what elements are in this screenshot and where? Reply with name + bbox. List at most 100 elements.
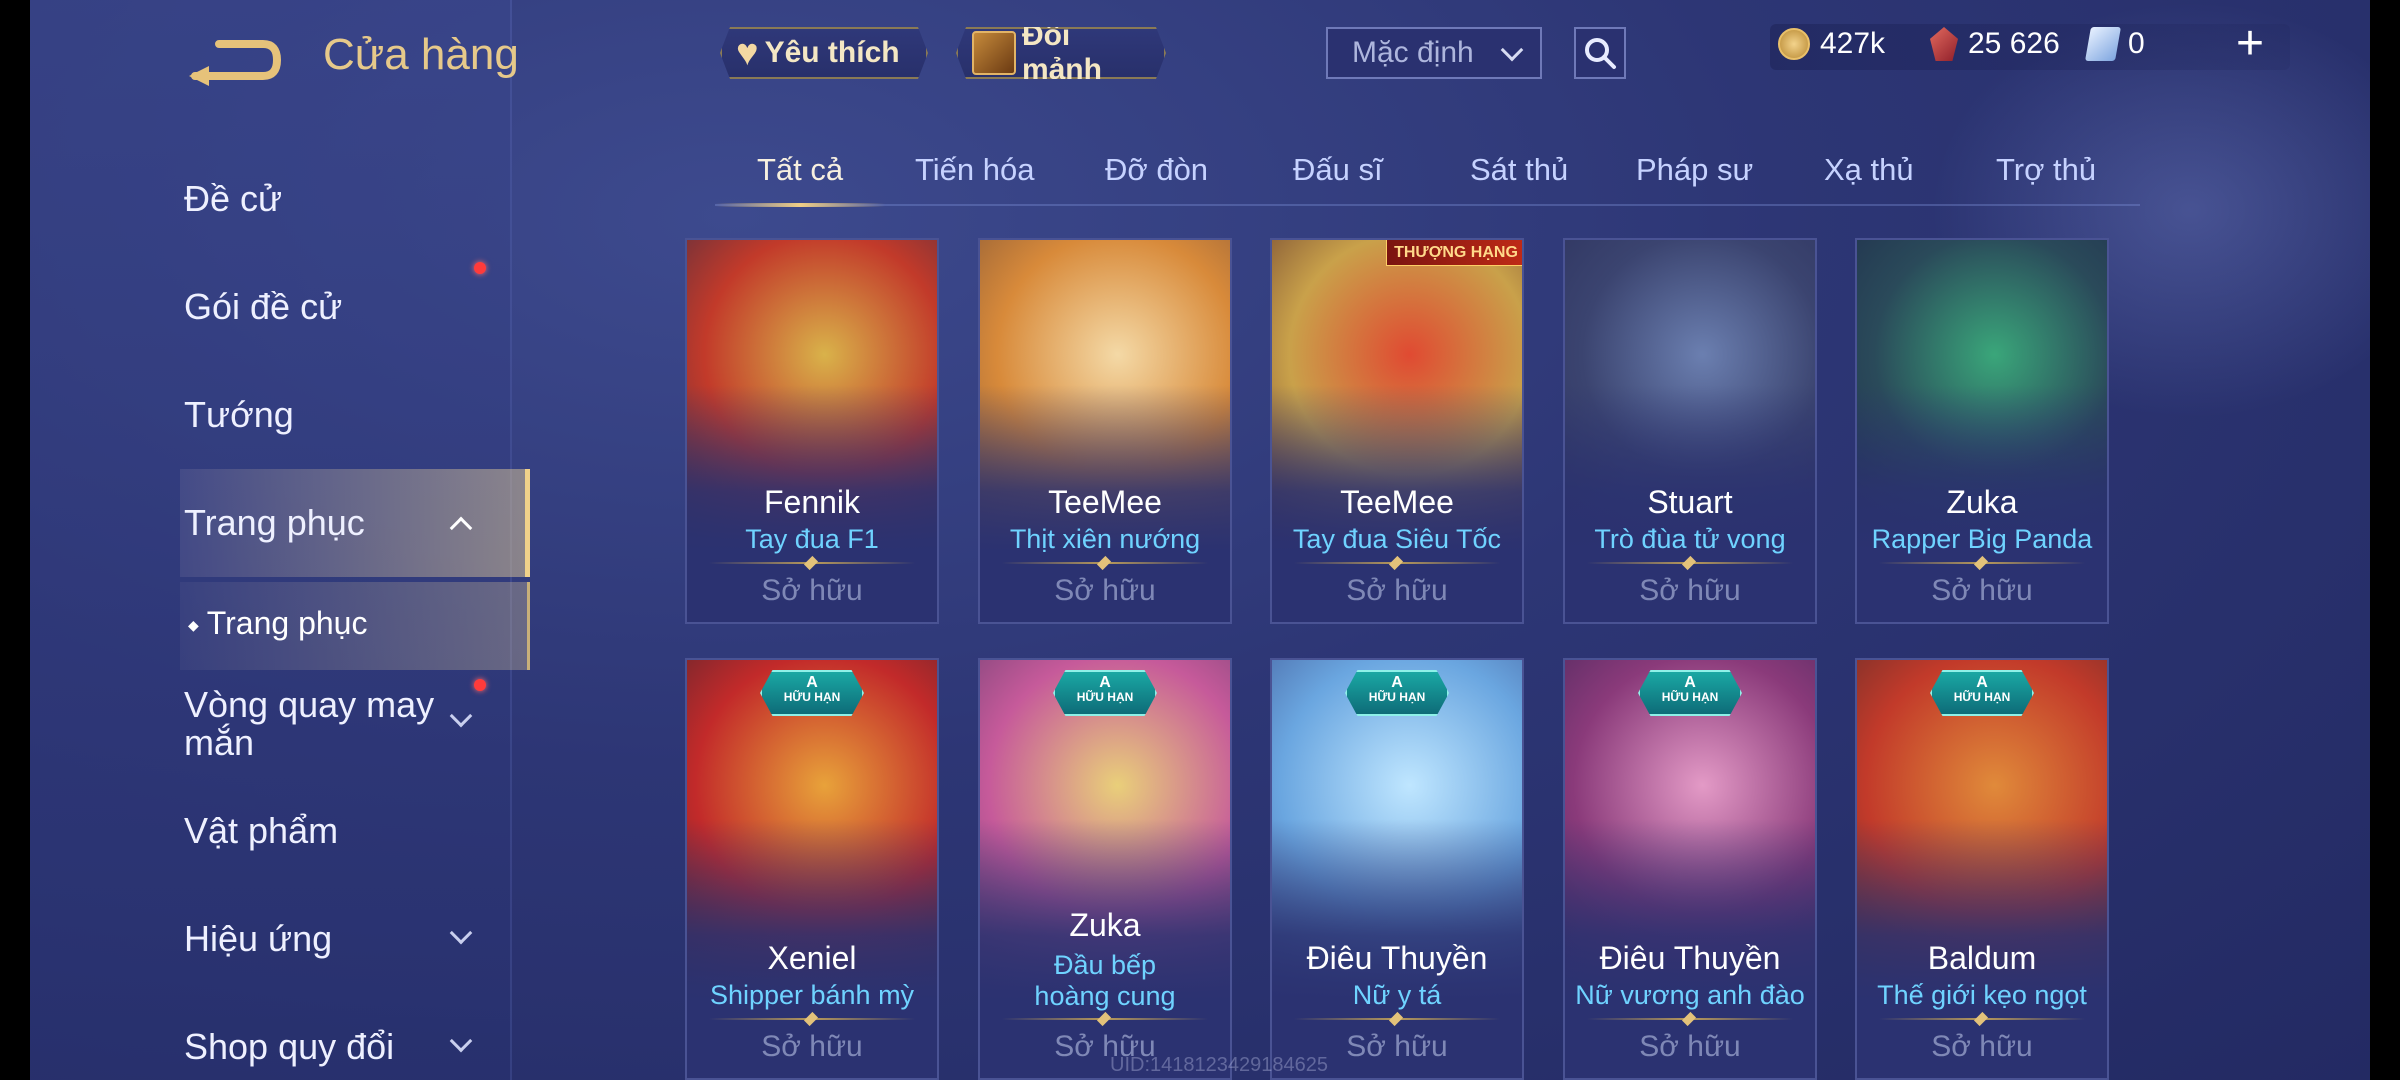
sidebar-item-recommended-packs[interactable]: Gói đề cử: [184, 288, 504, 326]
shard-exchange-label: Đổi mảnh: [1021, 19, 1102, 86]
tier-text: HỮU HẠN: [783, 690, 841, 704]
hero-name: Zuka: [1946, 484, 2018, 520]
card-divider: [1587, 1018, 1793, 1020]
sort-value: Mặc định: [1352, 36, 1474, 69]
ticket-icon: [2085, 27, 2121, 61]
add-currency-button[interactable]: +: [2226, 20, 2274, 70]
owned-status: Sở hữu: [1639, 1030, 1741, 1063]
hero-name: TeeMee: [1340, 484, 1454, 520]
skin-card[interactable]: A HỮU HẠN Điêu Thuyền Nữ vương anh đào Sở hữ…: [1563, 658, 1817, 1080]
skin-card[interactable]: Fennik Tay đua F1 Sở hữu: [685, 238, 939, 624]
skin-name: Nữ vương anh đào: [1575, 980, 1805, 1010]
tier-grade: A: [806, 674, 818, 691]
sidebar-item-label: Đề cử: [184, 178, 283, 219]
sidebar-item-recommended[interactable]: Đề cử: [184, 180, 504, 218]
skin-card[interactable]: A HỮU HẠN Điêu Thuyền Nữ y tá Sở hữu: [1270, 658, 1524, 1080]
limited-tier-badge: A HỮU HẠN: [760, 670, 864, 716]
sidebar-item-label: Hiệu ứng: [184, 918, 333, 959]
hero-name: Điêu Thuyền: [1599, 940, 1781, 976]
skin-card[interactable]: Stuart Trò đùa tử vong Sở hữu: [1563, 238, 1817, 624]
tab-fighter[interactable]: Đấu sĩ: [1293, 152, 1383, 188]
notification-dot: [474, 679, 486, 691]
heart-icon: ♥: [736, 32, 759, 74]
owned-status: Sở hữu: [1346, 574, 1448, 607]
skin-name: Nữ y tá: [1352, 980, 1442, 1010]
skin-name: Tay đua Siêu Tốc: [1292, 524, 1502, 554]
tab-assassin[interactable]: Sát thủ: [1470, 152, 1568, 188]
plus-icon: +: [2235, 17, 2265, 70]
tab-label: Tiến hóa: [915, 152, 1035, 187]
rank-badge: THƯỢNG HẠNG: [1386, 240, 1522, 266]
tab-support[interactable]: Trợ thủ: [1996, 152, 2096, 188]
favorites-label: Yêu thích: [764, 36, 900, 69]
tab-label: Tất cả: [757, 152, 844, 187]
skin-name: Shipper bánh mỳ: [709, 980, 915, 1010]
tab-label: Sát thủ: [1470, 152, 1569, 187]
category-tabs: Tất cả Tiến hóa Đỡ đòn Đấu sĩ Sát thủ Ph…: [715, 140, 2140, 207]
limited-tier-badge: A HỮU HẠN: [1345, 670, 1449, 716]
hero-name: Điêu Thuyền: [1306, 940, 1488, 976]
notification-dot: [474, 262, 486, 274]
favorites-button[interactable]: ♥ Yêu thích: [720, 27, 928, 79]
tab-mage[interactable]: Pháp sư: [1636, 152, 1753, 188]
skin-card[interactable]: THƯỢNG HẠNG TeeMee Tay đua Siêu Tốc Sở hữu: [1270, 238, 1524, 624]
owned-status: Sở hữu: [761, 1030, 863, 1063]
card-divider: [709, 1018, 915, 1020]
sidebar-item-heroes[interactable]: Tướng: [184, 396, 504, 434]
shard-chest-icon: [972, 31, 1016, 75]
search-button[interactable]: [1574, 27, 1626, 79]
skin-name: Tay đua F1: [745, 524, 879, 554]
tab-label: Đỡ đòn: [1105, 152, 1209, 187]
tier-text: HỮU HẠN: [1661, 690, 1719, 704]
tier-grade: A: [1099, 674, 1111, 691]
gold-currency: 427k: [1778, 27, 1885, 61]
hero-name: Xeniel: [767, 940, 857, 976]
owned-status: Sở hữu: [1931, 574, 2033, 607]
owned-status: Sở hữu: [1639, 574, 1741, 607]
back-arrow-icon: [189, 40, 282, 86]
skin-name: Trò đùa tử vong: [1594, 524, 1786, 554]
gem-amount: 25 626: [1968, 27, 2060, 60]
card-divider: [1002, 562, 1208, 564]
hero-name: Zuka: [1069, 907, 1141, 943]
skin-name: Thế giới kẹo ngọt: [1877, 980, 2087, 1010]
sidebar-item-label: Vòng quay may mắn: [184, 684, 435, 763]
tier-grade: A: [1684, 674, 1696, 691]
tab-tank[interactable]: Đỡ đòn: [1105, 152, 1208, 188]
skin-card[interactable]: A HỮU HẠN Zuka Đầu bếp hoàng cung Sở hữu: [978, 658, 1232, 1080]
tab-evolution[interactable]: Tiến hóa: [915, 152, 1035, 188]
shard-exchange-button[interactable]: Đổi mảnh: [956, 27, 1166, 79]
card-divider: [1879, 562, 2085, 564]
sort-dropdown[interactable]: Mặc định: [1326, 27, 1542, 79]
sidebar-subitem-skins[interactable]: ◆ Trang phục: [188, 605, 367, 642]
tab-all[interactable]: Tất cả: [757, 152, 843, 188]
tier-grade: A: [1976, 674, 1988, 691]
skin-card[interactable]: TeeMee Thịt xiên nướng Sở hữu: [978, 238, 1232, 624]
sidebar-item-label: Shop quy đổi: [184, 1026, 395, 1067]
search-icon: [1585, 38, 1616, 69]
tier-grade: A: [1391, 674, 1403, 691]
back-button[interactable]: [185, 30, 285, 90]
tier-text: HỮU HẠN: [1368, 690, 1426, 704]
chevron-down-icon: [1500, 38, 1524, 62]
tier-text: HỮU HẠN: [1953, 690, 2011, 704]
hero-name: TeeMee: [1048, 484, 1162, 520]
hero-name: Baldum: [1927, 940, 2037, 976]
page-title: Cửa hàng: [323, 30, 519, 79]
skin-card[interactable]: A HỮU HẠN Xeniel Shipper bánh mỳ Sở hữu: [685, 658, 939, 1080]
card-divider: [1879, 1018, 2085, 1020]
sidebar-subitem-label: Trang phục: [206, 605, 368, 641]
skin-card[interactable]: Zuka Rapper Big Panda Sở hữu: [1855, 238, 2109, 624]
tab-label: Pháp sư: [1636, 152, 1754, 187]
uid-watermark: UID:1418123429184625: [1110, 1054, 1328, 1076]
skin-card[interactable]: A HỮU HẠN Baldum Thế giới kẹo ngọt Sở hữu: [1855, 658, 2109, 1080]
tab-marksman[interactable]: Xạ thủ: [1824, 152, 1914, 188]
shop-screen: Cửa hàng ♥ Yêu thích Đổi mảnh Mặc định 4…: [30, 0, 2370, 1080]
skin-name: Rapper Big Panda: [1871, 524, 2093, 554]
sidebar-item-items[interactable]: Vật phẩm: [184, 812, 504, 850]
diamond-bullet-icon: ◆: [188, 617, 199, 634]
card-divider: [1587, 562, 1793, 564]
limited-tier-badge: A HỮU HẠN: [1053, 670, 1157, 716]
limited-tier-badge: A HỮU HẠN: [1930, 670, 2034, 716]
sidebar-item-lucky-wheel[interactable]: Vòng quay may mắn: [184, 686, 444, 762]
